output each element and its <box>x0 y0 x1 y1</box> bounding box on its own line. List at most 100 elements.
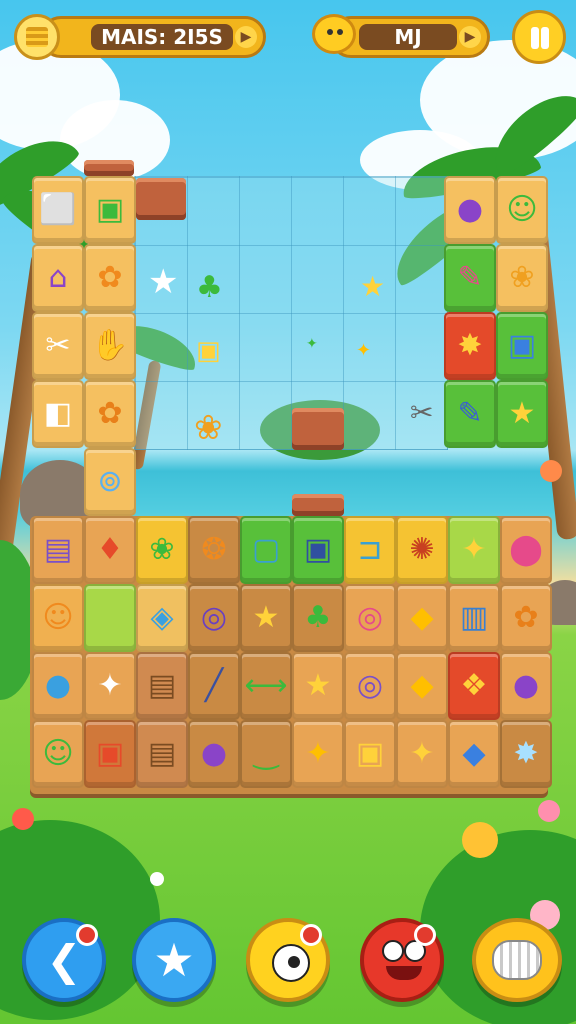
tile-symbol-icon: ◎ <box>200 600 228 635</box>
game-tile[interactable]: ⬤ <box>500 516 552 584</box>
loose-item-icon[interactable]: ▣ <box>196 336 221 366</box>
back-button[interactable]: ❮ <box>22 918 106 1002</box>
game-tile[interactable]: ❂ <box>188 516 240 584</box>
game-tile[interactable]: ● <box>500 652 552 720</box>
game-tile[interactable]: ✂ <box>32 312 84 380</box>
tile-symbol-icon: ● <box>512 668 540 703</box>
game-tile[interactable]: ◈ <box>136 584 188 652</box>
game-tile[interactable]: ◆ <box>396 652 448 720</box>
game-tile[interactable]: ♣ <box>292 584 344 652</box>
game-tile[interactable]: ☺ <box>496 176 548 244</box>
game-tile[interactable]: ▣ <box>84 720 136 788</box>
loose-item-icon[interactable]: ★ <box>148 262 178 302</box>
game-tile[interactable]: ★ <box>496 380 548 448</box>
game-tile[interactable]: ☺ <box>32 720 84 788</box>
game-tile[interactable]: ★ <box>240 584 292 652</box>
bomb-button[interactable] <box>472 918 562 1002</box>
loose-item-icon[interactable]: ★ <box>360 270 385 303</box>
game-tile[interactable]: ✺ <box>396 516 448 584</box>
tile-symbol-icon: ☺ <box>42 736 74 771</box>
game-tile[interactable]: ♦ <box>84 516 136 584</box>
game-tile[interactable]: ● <box>188 720 240 788</box>
game-tile[interactable]: ❀ <box>136 516 188 584</box>
game-tile[interactable]: ◎ <box>344 584 396 652</box>
tile-symbol-icon: ▤ <box>147 668 177 703</box>
game-tile[interactable]: ◧ <box>32 380 84 448</box>
game-tile[interactable]: ⬜ <box>32 176 84 244</box>
level-text: MJ <box>359 24 457 50</box>
game-tile[interactable]: ▥ <box>448 584 500 652</box>
game-tile[interactable]: ◆ <box>396 584 448 652</box>
game-tile[interactable] <box>84 584 136 652</box>
tile-symbol-icon: ● <box>456 192 484 227</box>
tile-symbol-icon: ✦ <box>409 736 435 771</box>
game-tile[interactable]: ✦ <box>292 720 344 788</box>
game-tile[interactable]: ◆ <box>448 720 500 788</box>
tile-symbol-icon: ▣ <box>303 532 333 567</box>
game-tile[interactable]: ✦ <box>84 652 136 720</box>
coin-stack-icon <box>14 14 60 60</box>
loose-item-icon[interactable]: ✦ <box>306 336 318 352</box>
tile-symbol-icon: ✸ <box>457 328 483 363</box>
game-tile[interactable]: ● <box>32 652 84 720</box>
pupil <box>288 956 300 968</box>
game-tile[interactable]: ⊚ <box>84 448 136 516</box>
game-tile[interactable]: ▣ <box>344 720 396 788</box>
pause-button[interactable] <box>512 10 566 64</box>
game-tile[interactable]: ⊐ <box>344 516 396 584</box>
game-tile[interactable]: ● <box>444 176 496 244</box>
tile-symbol-icon: ✂ <box>45 328 71 363</box>
game-tile[interactable]: ☺ <box>32 584 84 652</box>
game-tile[interactable]: ✿ <box>84 244 136 312</box>
level-arrow-icon[interactable]: ▶ <box>459 26 481 48</box>
loose-item-icon[interactable]: ❀ <box>194 408 223 448</box>
score-text: MAIS: 2I5S <box>91 24 233 50</box>
game-tile[interactable]: ⌂ <box>32 244 84 312</box>
game-tile[interactable]: ★ <box>292 652 344 720</box>
game-tile[interactable]: ✿ <box>500 584 552 652</box>
game-tile[interactable]: ✎ <box>444 244 496 312</box>
loose-item-icon[interactable]: ✂ <box>410 396 433 429</box>
game-tile[interactable]: ▢ <box>240 516 292 584</box>
game-tile[interactable]: ▣ <box>496 312 548 380</box>
game-tile[interactable]: ▣ <box>292 516 344 584</box>
tile-symbol-icon: ✦ <box>461 532 487 567</box>
tile-symbol-icon: ▣ <box>355 736 385 771</box>
loose-item-icon[interactable]: ♣ <box>196 270 223 305</box>
game-tile[interactable]: ▣ <box>84 176 136 244</box>
game-tile[interactable]: ◎ <box>188 584 240 652</box>
game-tile[interactable]: ✸ <box>500 720 552 788</box>
brick-block <box>84 160 134 176</box>
hint-button[interactable] <box>246 918 330 1002</box>
game-tile[interactable]: ✿ <box>84 380 136 448</box>
shuffle-button[interactable] <box>360 918 444 1002</box>
yellow-creature-icon <box>312 14 356 54</box>
score-arrow-icon[interactable]: ▶ <box>235 26 257 48</box>
star-button[interactable]: ★ <box>132 918 216 1002</box>
game-tile[interactable]: ▤ <box>136 652 188 720</box>
game-tile[interactable]: ✸ <box>444 312 496 380</box>
tile-symbol-icon: ★ <box>508 396 536 431</box>
loose-item-icon[interactable]: ✦ <box>356 340 371 361</box>
game-tile[interactable]: ⟷ <box>240 652 292 720</box>
tile-symbol-icon: ✿ <box>97 396 123 431</box>
game-tile[interactable]: ✋ <box>84 312 136 380</box>
tile-symbol-icon: ☺ <box>506 192 538 227</box>
game-tile[interactable]: ✦ <box>396 720 448 788</box>
flower <box>150 872 164 886</box>
game-tile[interactable]: ✎ <box>444 380 496 448</box>
game-tile[interactable]: ‿ <box>240 720 292 788</box>
game-tile[interactable]: ❖ <box>448 652 500 720</box>
game-tile[interactable]: ╱ <box>188 652 240 720</box>
game-tile[interactable]: ◎ <box>344 652 396 720</box>
game-tile[interactable]: ▤ <box>32 516 84 584</box>
game-tile[interactable]: ✦ <box>448 516 500 584</box>
tile-symbol-icon: ◧ <box>43 396 73 431</box>
tile-symbol-icon: ★ <box>304 668 332 703</box>
tile-symbol-icon: ✋ <box>91 328 129 363</box>
tile-symbol-icon: ◈ <box>150 600 174 635</box>
tile-symbol-icon: ✦ <box>97 668 123 703</box>
game-tile[interactable]: ▤ <box>136 720 188 788</box>
game-tile[interactable]: ❀ <box>496 244 548 312</box>
game-scene: MAIS: 2I5S ▶ MJ ▶ ⬜ ▣ ⌂ ✿ ✂ ✋ ◧ ✿ ⊚ ● ☺ ✎ ❀ ✸ ▣ ✎ ★ ▤ ♦ ❀ ❂ ▢… <box>0 0 576 1024</box>
